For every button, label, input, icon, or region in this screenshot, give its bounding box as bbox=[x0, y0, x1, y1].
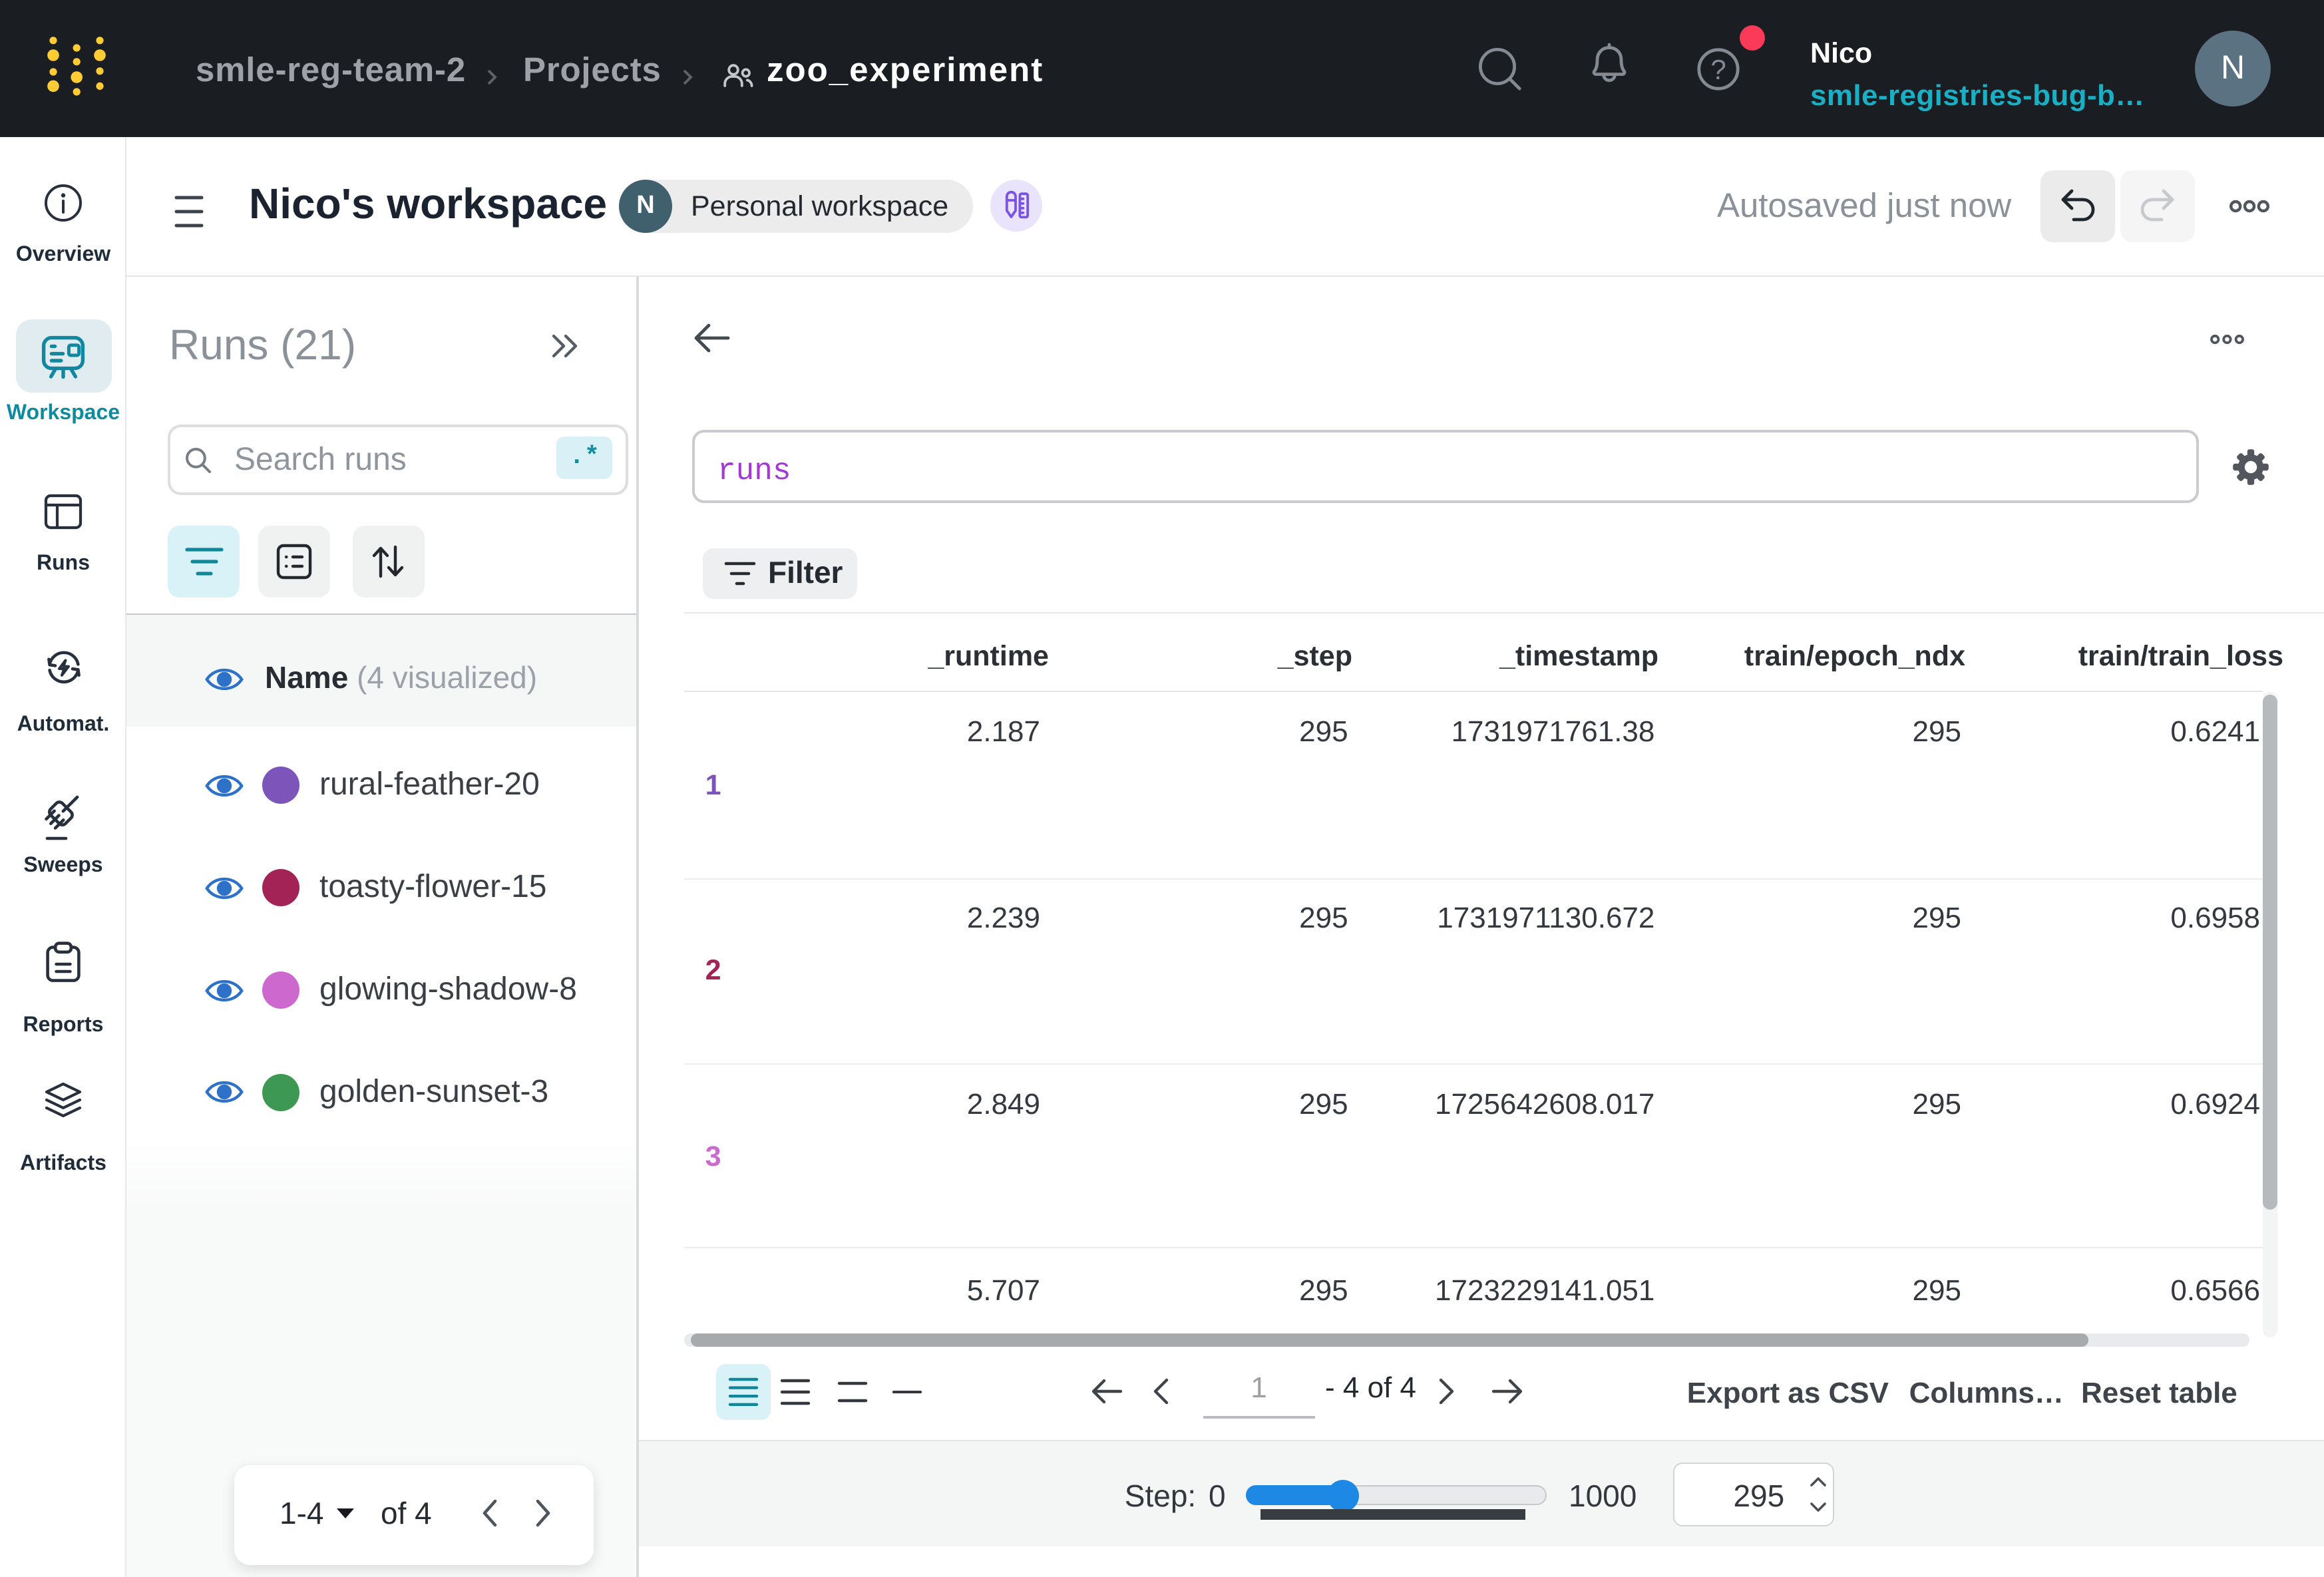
svg-text:?: ? bbox=[1710, 54, 1726, 85]
